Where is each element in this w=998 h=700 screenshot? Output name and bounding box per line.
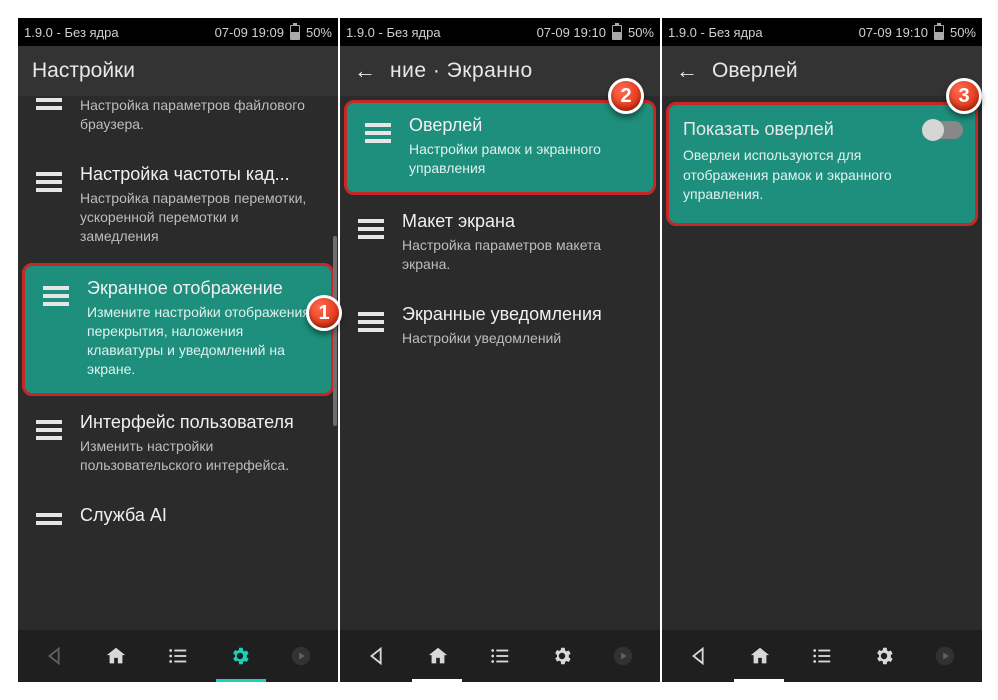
- nav-home-button[interactable]: [91, 630, 141, 682]
- appbar: Настройки: [18, 46, 338, 96]
- nav-forward-button[interactable]: [598, 630, 648, 682]
- item-subtitle: Настройка параметров файлового браузера.: [80, 96, 314, 134]
- status-version: 1.9.0 - Без ядра: [24, 25, 119, 40]
- nav-home-button[interactable]: [413, 630, 463, 682]
- toggle-show-overlay[interactable]: Показать оверлей Оверлеи используются дл…: [666, 102, 978, 226]
- list-item[interactable]: Настройка параметров файлового браузера.: [18, 96, 338, 150]
- status-time: 07-09 19:10: [537, 25, 606, 40]
- step-badge-2: 2: [608, 78, 644, 114]
- nav-settings-button[interactable]: [859, 630, 909, 682]
- switch-off-icon[interactable]: [923, 121, 963, 139]
- list-item-overlay[interactable]: Оверлей Настройки рамок и экранного упра…: [344, 100, 656, 195]
- nav-indicator: [412, 679, 462, 682]
- nav-settings-button[interactable]: [537, 630, 587, 682]
- item-title: Служба AI: [80, 505, 314, 526]
- status-time: 07-09 19:10: [859, 25, 928, 40]
- bottom-nav: [340, 630, 660, 682]
- item-subtitle: Настройка параметров макета экрана.: [402, 236, 636, 274]
- nav-forward-button[interactable]: [276, 630, 326, 682]
- nav-list-button[interactable]: [153, 630, 203, 682]
- item-title: Макет экрана: [402, 211, 636, 232]
- overlay-detail: Показать оверлей Оверлеи используются дл…: [662, 96, 982, 630]
- menu-icon: [36, 513, 62, 525]
- list-item-ui[interactable]: Интерфейс пользователя Изменить настройк…: [18, 398, 338, 491]
- overlay-settings-list: Оверлей Настройки рамок и экранного упра…: [340, 96, 660, 630]
- screen-title: Настройки: [32, 59, 135, 83]
- battery-icon: [290, 25, 300, 40]
- nav-back-button[interactable]: [30, 630, 80, 682]
- settings-list[interactable]: Настройка параметров файлового браузера.…: [18, 96, 338, 630]
- screen-title: Оверлей: [712, 59, 798, 83]
- screen-title: ние · Экранно: [390, 59, 533, 83]
- nav-list-button[interactable]: [797, 630, 847, 682]
- item-subtitle: Настройка параметров перемотки, ускоренн…: [80, 189, 314, 246]
- list-item-framerate[interactable]: Настройка частоты кад... Настройка парам…: [18, 150, 338, 262]
- menu-icon: [36, 98, 62, 110]
- item-subtitle: Настройки уведомлений: [402, 329, 636, 348]
- nav-home-button[interactable]: [735, 630, 785, 682]
- menu-icon: [365, 123, 391, 143]
- nav-settings-button[interactable]: [215, 630, 265, 682]
- step-badge-1: 1: [306, 295, 342, 331]
- status-bar: 1.9.0 - Без ядра 07-09 19:10 50%: [662, 18, 982, 46]
- nav-indicator: [734, 679, 784, 682]
- item-title: Экранные уведомления: [402, 304, 636, 325]
- item-subtitle: Изменить настройки пользовательского инт…: [80, 437, 314, 475]
- panel-settings: 1.9.0 - Без ядра 07-09 19:09 50% Настрой…: [18, 18, 338, 682]
- menu-icon: [43, 286, 69, 306]
- list-item-ai-service[interactable]: Служба AI: [18, 491, 338, 530]
- item-title: Экранное отображение: [87, 278, 311, 299]
- status-battery: 50%: [950, 25, 976, 40]
- toggle-subtitle: Оверлеи используются для отображения рам…: [683, 146, 913, 205]
- status-bar: 1.9.0 - Без ядра 07-09 19:10 50%: [340, 18, 660, 46]
- menu-icon: [36, 172, 62, 192]
- appbar: ← Оверлей: [662, 46, 982, 96]
- list-item-screen-layout[interactable]: Макет экрана Настройка параметров макета…: [340, 197, 660, 290]
- scrollbar[interactable]: [333, 96, 337, 630]
- status-version: 1.9.0 - Без ядра: [346, 25, 441, 40]
- nav-indicator: [216, 679, 266, 682]
- nav-back-button[interactable]: [352, 630, 402, 682]
- item-subtitle: Измените настройки отображения перекрыти…: [87, 303, 311, 379]
- bottom-nav: [662, 630, 982, 682]
- screenshot-stage: { "status": { "version_left": "1.9.0 - Б…: [0, 0, 998, 700]
- item-title: Настройка частоты кад...: [80, 164, 314, 185]
- nav-forward-button[interactable]: [920, 630, 970, 682]
- menu-icon: [36, 420, 62, 440]
- status-version: 1.9.0 - Без ядра: [668, 25, 763, 40]
- back-arrow-icon[interactable]: ←: [354, 58, 376, 84]
- status-time: 07-09 19:09: [215, 25, 284, 40]
- list-item-notifications[interactable]: Экранные уведомления Настройки уведомлен…: [340, 290, 660, 364]
- battery-icon: [612, 25, 622, 40]
- battery-icon: [934, 25, 944, 40]
- item-title: Оверлей: [409, 115, 633, 136]
- bottom-nav: [18, 630, 338, 682]
- status-bar: 1.9.0 - Без ядра 07-09 19:09 50%: [18, 18, 338, 46]
- status-battery: 50%: [628, 25, 654, 40]
- menu-icon: [358, 219, 384, 239]
- back-arrow-icon[interactable]: ←: [676, 58, 698, 84]
- nav-list-button[interactable]: [475, 630, 525, 682]
- status-battery: 50%: [306, 25, 332, 40]
- list-item-onscreen-display[interactable]: Экранное отображение Измените настройки …: [22, 263, 334, 396]
- nav-back-button[interactable]: [674, 630, 724, 682]
- panel-onscreen-display: 1.9.0 - Без ядра 07-09 19:10 50% ← ние ·…: [340, 18, 660, 682]
- step-badge-3: 3: [946, 78, 982, 114]
- item-title: Интерфейс пользователя: [80, 412, 314, 433]
- panel-overlay: 1.9.0 - Без ядра 07-09 19:10 50% ← Оверл…: [662, 18, 982, 682]
- menu-icon: [358, 312, 384, 332]
- item-subtitle: Настройки рамок и экранного управления: [409, 140, 633, 178]
- toggle-title: Показать оверлей: [683, 119, 913, 140]
